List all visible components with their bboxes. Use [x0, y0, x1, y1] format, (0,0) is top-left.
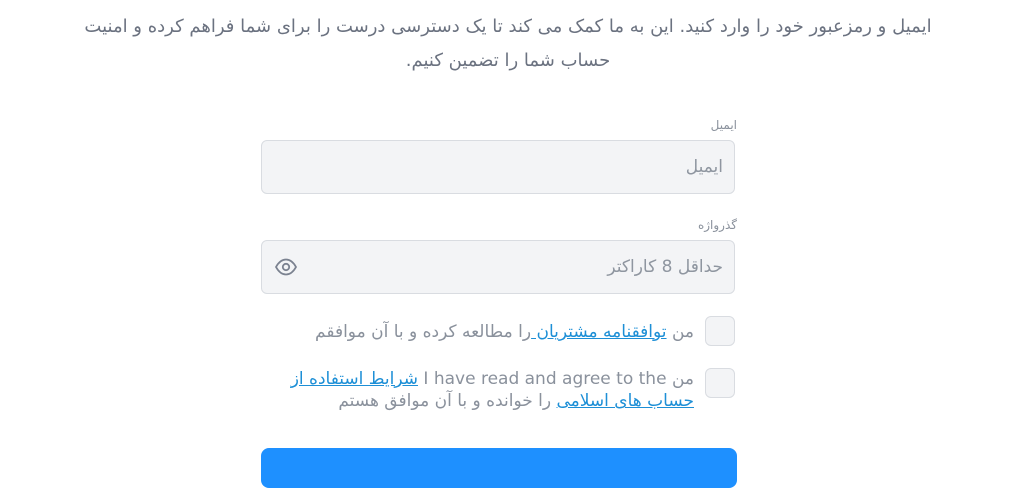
- email-label: ایمیل: [710, 118, 737, 132]
- islamic-terms-checkbox[interactable]: [705, 368, 735, 398]
- agree-prefix: من: [666, 369, 694, 389]
- intro-line-1: ایمیل و رمزعبور خود را وارد کنید. این به…: [84, 16, 932, 37]
- agree-suffix: را مطالعه کرده و با آن موافقم: [315, 322, 532, 342]
- password-placeholder: حداقل 8 کاراکتر: [607, 257, 723, 277]
- intro-line-2: حساب شما را تضمین کنیم.: [405, 50, 611, 71]
- customer-agreement-link[interactable]: توافقنامه مشتریان: [531, 322, 666, 342]
- customer-agreement-checkbox[interactable]: [705, 316, 735, 346]
- customer-agreement-text: من توافقنامه مشتریان را مطالعه کرده و با…: [315, 321, 694, 343]
- email-field[interactable]: ایمیل: [261, 140, 735, 194]
- password-field[interactable]: حداقل 8 کاراکتر: [261, 240, 735, 294]
- intro-text: ایمیل و رمزعبور خود را وارد کنید. این به…: [40, 10, 976, 78]
- islamic-terms-text: من I have read and agree to the شرایط اس…: [274, 368, 694, 412]
- submit-button[interactable]: [261, 448, 737, 488]
- email-placeholder: ایمیل: [685, 157, 723, 177]
- eye-icon[interactable]: [274, 257, 298, 277]
- agree-suffix: را خوانده و با آن موافق هستم: [338, 391, 557, 411]
- password-label: گذرواژه: [697, 218, 737, 232]
- agree-english-text: I have read and agree to the: [423, 369, 667, 389]
- agree-prefix: من: [666, 322, 694, 342]
